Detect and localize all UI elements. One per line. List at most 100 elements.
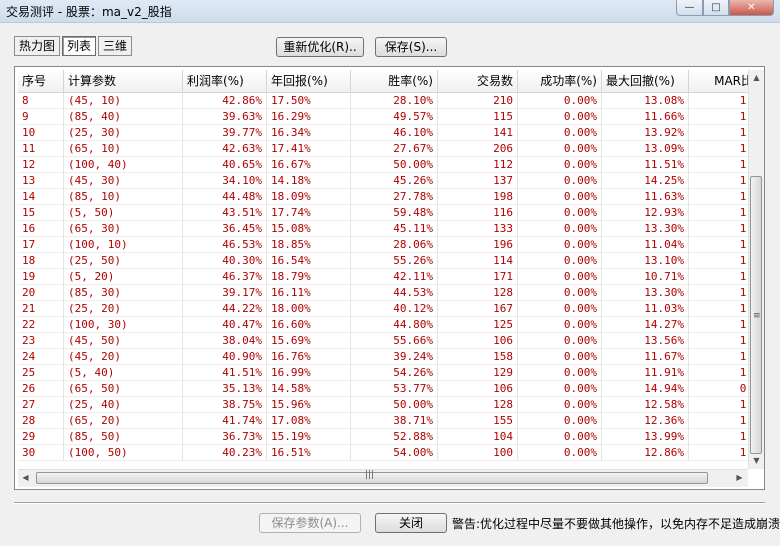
table-row[interactable]: 9 (85, 40) 39.63% 16.29% 49.57% 115 0.00% 11.66… (18, 109, 758, 125)
cell-max-drawdown: 13.92% (602, 125, 689, 141)
cell-trade-count: 100 (438, 445, 518, 461)
cell-params: (5, 20) (64, 269, 183, 285)
table-row[interactable]: 28 (65, 20) 41.74% 17.08% 38.71% 155 0.00% 12.3… (18, 413, 758, 429)
grip-icon: ≡ (753, 311, 761, 321)
cell-params: (100, 10) (64, 237, 183, 253)
cell-profit-rate: 44.22% (183, 301, 267, 317)
cell-profit-rate: 44.48% (183, 189, 267, 205)
cell-index: 26 (18, 381, 64, 397)
cell-profit-rate: 42.63% (183, 141, 267, 157)
cell-params: (65, 20) (64, 413, 183, 429)
table-row[interactable]: 20 (85, 30) 39.17% 16.11% 44.53% 128 0.00% 13.3… (18, 285, 758, 301)
table-row[interactable]: 8 (45, 10) 42.86% 17.50% 28.10% 210 0.00% 13.08… (18, 93, 758, 109)
header-index[interactable]: 序号 (18, 70, 64, 92)
scroll-right-icon[interactable]: ▶ (732, 470, 747, 486)
cell-success-rate: 0.00% (518, 237, 602, 253)
cell-annual-return: 16.99% (267, 365, 351, 381)
table-row[interactable]: 19 (5, 20) 46.37% 18.79% 42.11% 171 0.00% 10.71… (18, 269, 758, 285)
cell-index: 29 (18, 429, 64, 445)
scroll-up-icon[interactable]: ▲ (749, 70, 764, 86)
scroll-down-icon[interactable]: ▼ (749, 453, 764, 469)
cell-index: 30 (18, 445, 64, 461)
cell-index: 15 (18, 205, 64, 221)
minimize-button[interactable]: — (676, 0, 703, 16)
horizontal-scroll-thumb[interactable]: ||| (36, 470, 708, 484)
scroll-left-icon[interactable]: ◀ (18, 470, 33, 486)
cell-index: 18 (18, 253, 64, 269)
cell-profit-rate: 38.75% (183, 397, 267, 413)
header-profit-rate[interactable]: 利润率(%) (183, 70, 267, 92)
reoptimize-button[interactable]: 重新优化(R).. (276, 37, 364, 57)
cell-max-drawdown: 13.10% (602, 253, 689, 269)
cell-success-rate: 0.00% (518, 317, 602, 333)
cell-params: (25, 40) (64, 397, 183, 413)
cell-win-rate: 45.26% (351, 173, 438, 189)
cell-index: 9 (18, 109, 64, 125)
table-row[interactable]: 18 (25, 50) 40.30% 16.54% 55.26% 114 0.00% 13.1… (18, 253, 758, 269)
vertical-scroll-thumb[interactable]: ≡ (750, 176, 762, 454)
cell-win-rate: 27.67% (351, 141, 438, 157)
cell-index: 16 (18, 221, 64, 237)
save-button[interactable]: 保存(S)... (375, 37, 447, 57)
cell-success-rate: 0.00% (518, 141, 602, 157)
cell-win-rate: 42.11% (351, 269, 438, 285)
header-trade-count[interactable]: 交易数 (438, 70, 518, 92)
table-row[interactable]: 29 (85, 50) 36.73% 15.19% 52.88% 104 0.00% 13.9… (18, 429, 758, 445)
cell-profit-rate: 39.63% (183, 109, 267, 125)
header-win-rate[interactable]: 胜率(%) (351, 70, 438, 92)
table-row[interactable]: 15 (5, 50) 43.51% 17.74% 59.48% 116 0.00% 12.93… (18, 205, 758, 221)
horizontal-scrollbar[interactable]: ◀ ||| ▶ (18, 469, 748, 487)
cell-max-drawdown: 12.58% (602, 397, 689, 413)
cell-win-rate: 46.10% (351, 125, 438, 141)
cell-success-rate: 0.00% (518, 221, 602, 237)
cell-annual-return: 18.85% (267, 237, 351, 253)
cell-params: (65, 50) (64, 381, 183, 397)
table-row[interactable]: 22 (100, 30) 40.47% 16.60% 44.80% 125 0.00% 14.… (18, 317, 758, 333)
cell-annual-return: 15.69% (267, 333, 351, 349)
table-row[interactable]: 11 (65, 10) 42.63% 17.41% 27.67% 206 0.00% 13.0… (18, 141, 758, 157)
tab-list[interactable]: 列表 (62, 36, 97, 56)
grip-icon: ||| (365, 470, 375, 480)
vertical-scrollbar[interactable]: ▲ ≡ ▼ (748, 70, 764, 469)
close-button[interactable]: 关闭 (375, 513, 447, 533)
cell-annual-return: 16.67% (267, 157, 351, 173)
table-row[interactable]: 26 (65, 50) 35.13% 14.58% 53.77% 106 0.00% 14.9… (18, 381, 758, 397)
table-row[interactable]: 21 (25, 20) 44.22% 18.00% 40.12% 167 0.00% 11.0… (18, 301, 758, 317)
table-row[interactable]: 13 (45, 30) 34.10% 14.18% 45.26% 137 0.00% 14.2… (18, 173, 758, 189)
header-params[interactable]: 计算参数 (64, 70, 183, 92)
table-row[interactable]: 12 (100, 40) 40.65% 16.67% 50.00% 112 0.00% 11.… (18, 157, 758, 173)
save-params-button[interactable]: 保存参数(A)... (259, 513, 361, 533)
table-row[interactable]: 17 (100, 10) 46.53% 18.85% 28.06% 196 0.00% 11.… (18, 237, 758, 253)
cell-trade-count: 171 (438, 269, 518, 285)
table-row[interactable]: 23 (45, 50) 38.04% 15.69% 55.66% 106 0.00% 13.5… (18, 333, 758, 349)
cell-params: (5, 40) (64, 365, 183, 381)
header-annual-return[interactable]: 年回报(%) (267, 70, 351, 92)
cell-index: 17 (18, 237, 64, 253)
header-max-drawdown[interactable]: 最大回撤(%) (602, 70, 689, 92)
tab-heatmap[interactable]: 热力图 (14, 36, 61, 56)
cell-profit-rate: 41.74% (183, 413, 267, 429)
cell-win-rate: 40.12% (351, 301, 438, 317)
cell-index: 14 (18, 189, 64, 205)
table-row[interactable]: 14 (85, 10) 44.48% 18.09% 27.78% 198 0.00% 11.6… (18, 189, 758, 205)
table-row[interactable]: 16 (65, 30) 36.45% 15.08% 45.11% 133 0.00% 13.3… (18, 221, 758, 237)
cell-profit-rate: 41.51% (183, 365, 267, 381)
cell-max-drawdown: 11.04% (602, 237, 689, 253)
header-success-rate[interactable]: 成功率(%) (518, 70, 602, 92)
table-row[interactable]: 27 (25, 40) 38.75% 15.96% 50.00% 128 0.00% 12.5… (18, 397, 758, 413)
cell-trade-count: 106 (438, 381, 518, 397)
maximize-button[interactable]: □ (703, 0, 729, 16)
cell-win-rate: 59.48% (351, 205, 438, 221)
cell-annual-return: 16.34% (267, 125, 351, 141)
cell-annual-return: 17.50% (267, 93, 351, 109)
table-row[interactable]: 25 (5, 40) 41.51% 16.99% 54.26% 129 0.00% 11.91… (18, 365, 758, 381)
cell-max-drawdown: 12.93% (602, 205, 689, 221)
tab-3d[interactable]: 三维 (98, 36, 133, 56)
table-row[interactable]: 10 (25, 30) 39.77% 16.34% 46.10% 141 0.00% 13.9… (18, 125, 758, 141)
table-row[interactable]: 24 (45, 20) 40.90% 16.76% 39.24% 158 0.00% 11.6… (18, 349, 758, 365)
cell-annual-return: 18.09% (267, 189, 351, 205)
cell-trade-count: 112 (438, 157, 518, 173)
table-row[interactable]: 30 (100, 50) 40.23% 16.51% 54.00% 100 0.00% 12.… (18, 445, 758, 461)
close-window-button[interactable]: ✕ (729, 0, 774, 16)
cell-max-drawdown: 12.86% (602, 445, 689, 461)
